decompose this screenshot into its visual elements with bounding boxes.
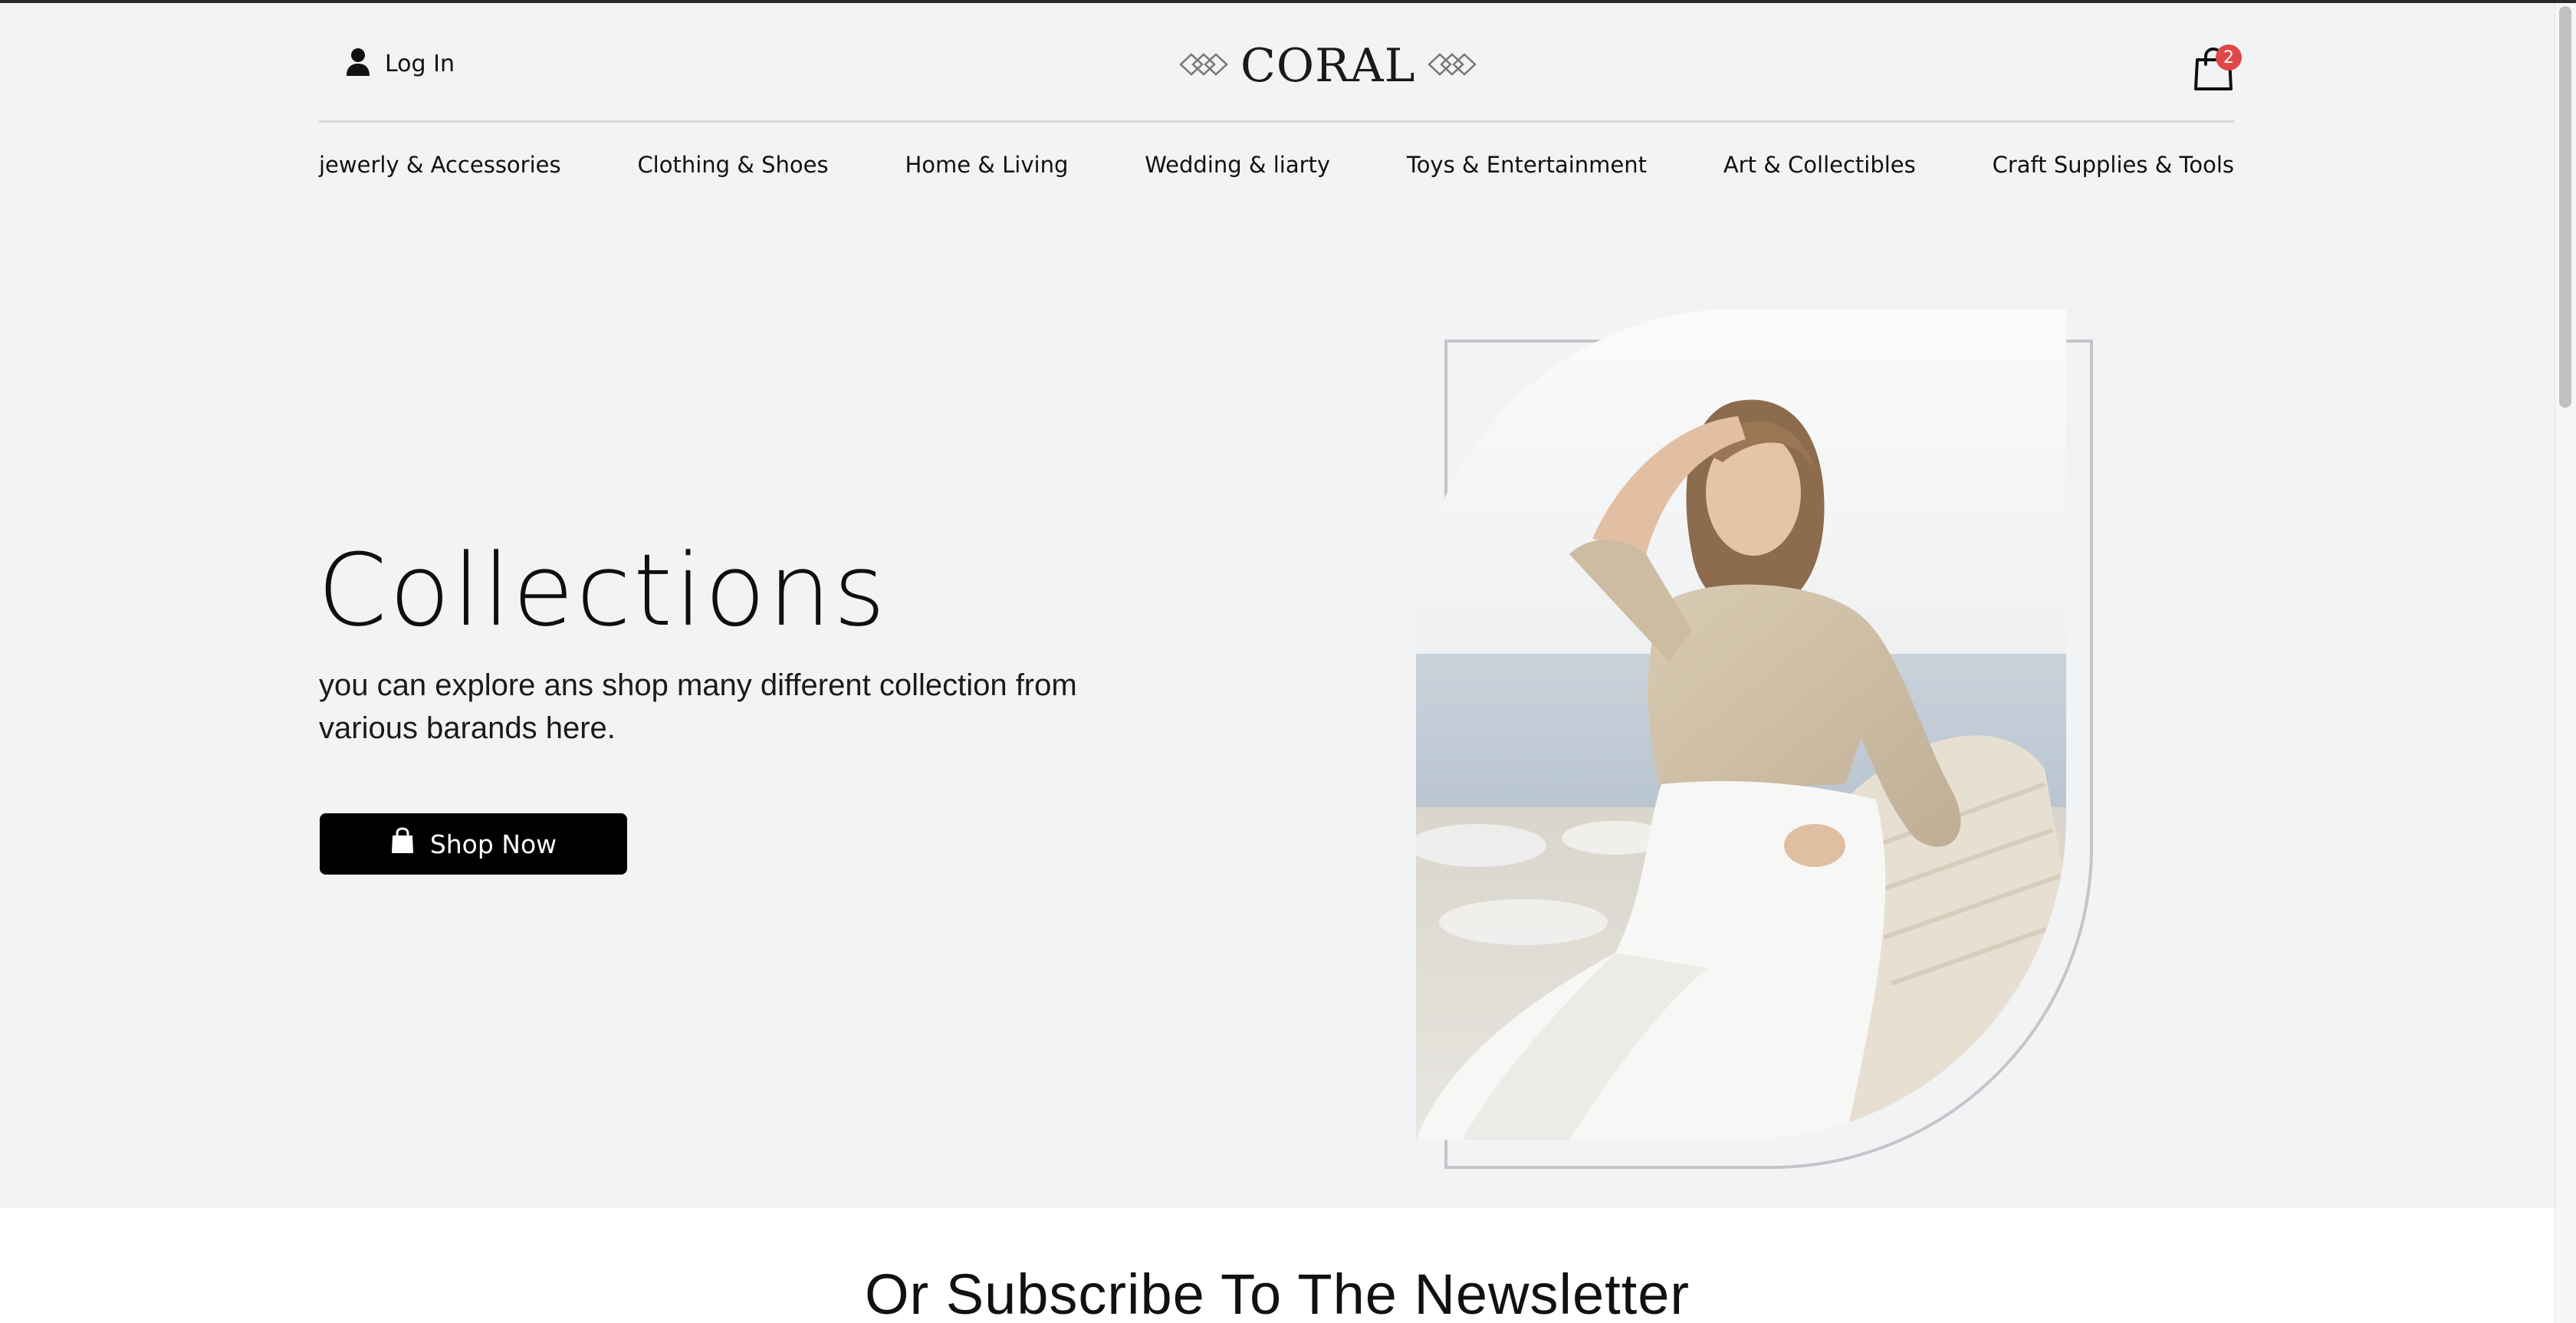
login-label: Log In (385, 50, 455, 77)
category-nav: jewerly & Accessories Clothing & Shoes H… (319, 152, 2234, 178)
nav-item-home[interactable]: Home & Living (905, 152, 1068, 178)
diamond-ornament-icon (1179, 51, 1228, 80)
login-link[interactable]: Log In (345, 44, 455, 83)
nav-item-jewelry[interactable]: jewerly & Accessories (319, 152, 561, 178)
nav-item-clothing[interactable]: Clothing & Shoes (637, 152, 828, 178)
shopping-bag-icon (390, 827, 415, 861)
diamond-ornament-icon (1428, 51, 1477, 80)
site-header: Log In CORAL 2 (319, 3, 2242, 123)
shop-now-button[interactable]: Shop Now (320, 813, 627, 875)
hero-model-photo (1416, 309, 2066, 1140)
newsletter-title: Or Subscribe To The Newsletter (864, 1262, 1691, 1323)
nav-item-craft[interactable]: Craft Supplies & Tools (1993, 152, 2234, 178)
nav-item-art[interactable]: Art & Collectibles (1723, 152, 1916, 178)
page: Log In CORAL 2 jewerly & Accessories Clo… (0, 0, 2576, 1323)
nav-item-toys[interactable]: Toys & Entertainment (1407, 152, 1647, 178)
user-icon (345, 47, 371, 80)
brand-logo-text: CORAL (1240, 39, 1416, 93)
scrollbar-thumb[interactable] (2559, 6, 2571, 408)
brand-logo[interactable]: CORAL (1179, 35, 1477, 97)
shop-now-label: Shop Now (429, 829, 557, 859)
nav-item-wedding[interactable]: Wedding & liarty (1145, 152, 1330, 178)
hero-subtitle: you can explore ans shop many different … (319, 668, 1077, 745)
hero-title: Collections (317, 532, 888, 648)
cart-count-badge: 2 (2216, 44, 2242, 71)
cart-button[interactable]: 2 (2193, 41, 2242, 92)
